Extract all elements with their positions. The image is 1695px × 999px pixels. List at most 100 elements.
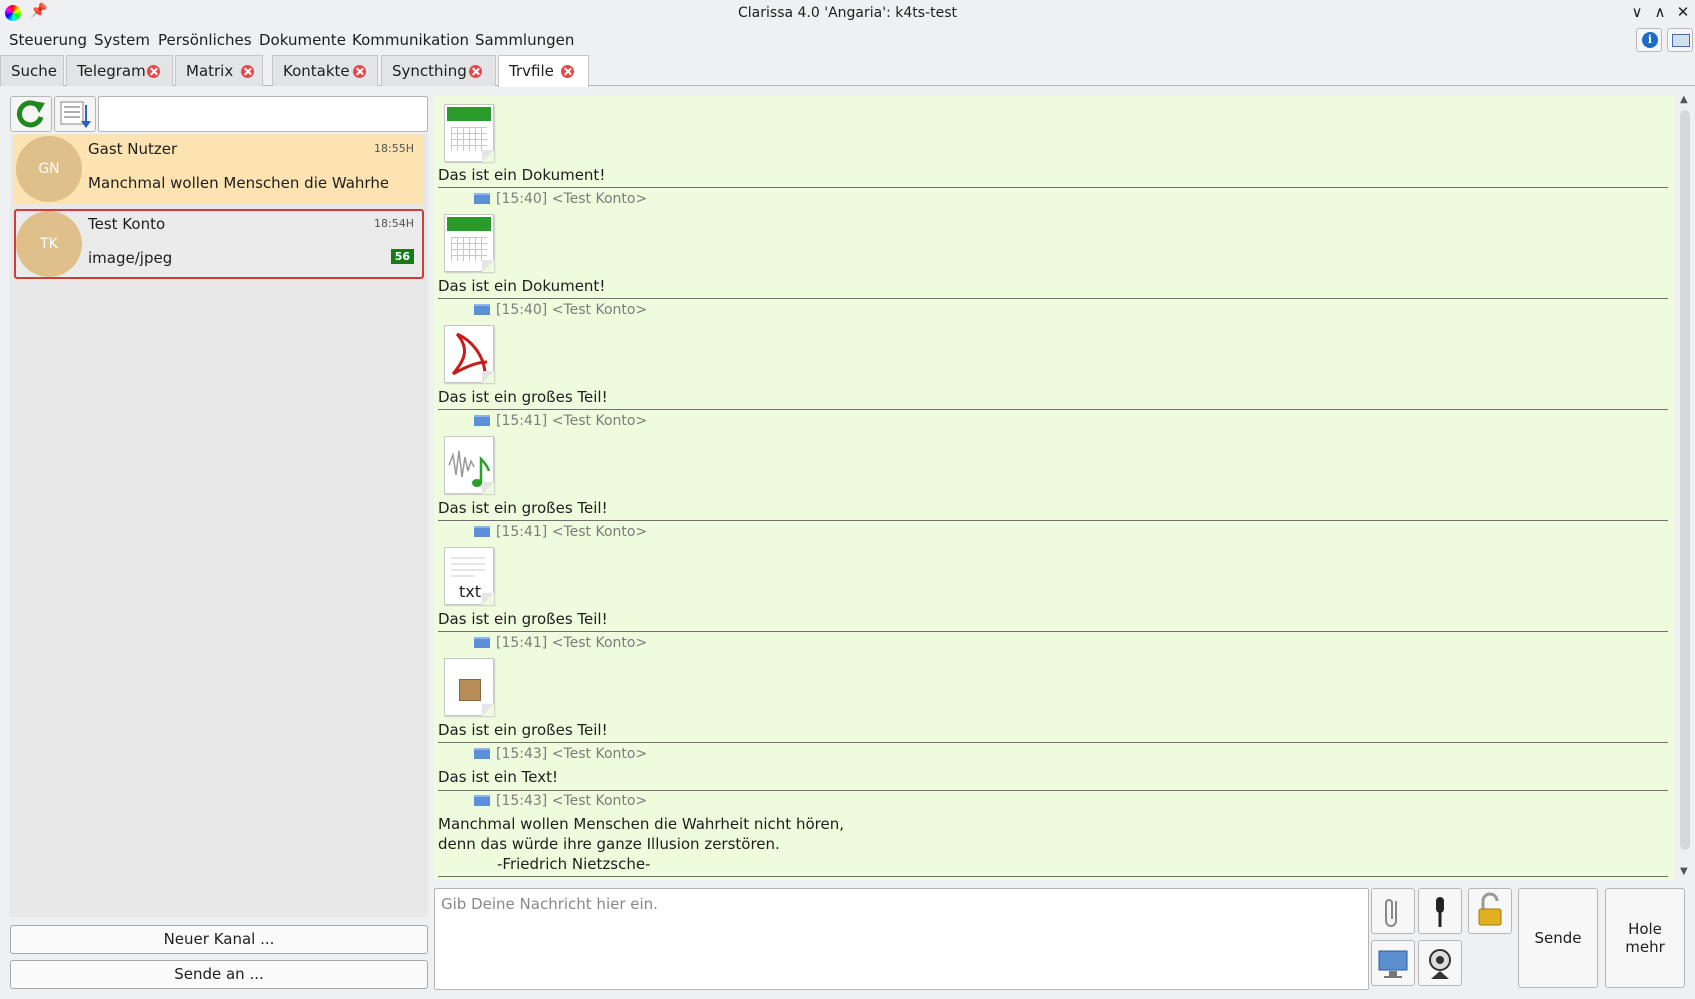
scroll-thumb[interactable] [1680, 110, 1690, 850]
pdf-file-icon[interactable] [444, 325, 494, 383]
message-text: denn das würde ihre ganze Illusion zerst… [438, 835, 780, 853]
scroll-up-icon[interactable]: ▲ [1680, 94, 1688, 105]
chat-time: 18:55H [374, 142, 414, 155]
message-header: [15:43] <Test Konto> [474, 793, 647, 809]
message-separator [438, 631, 1668, 632]
info-icon: i [1642, 32, 1658, 48]
close-window-button[interactable]: ✕ [1674, 3, 1692, 21]
message-text: Das ist ein großes Teil! [438, 388, 608, 406]
encryption-button[interactable] [1468, 888, 1512, 934]
message-separator [438, 409, 1668, 410]
package-file-icon[interactable] [444, 658, 494, 716]
tab-trvfile[interactable]: Trvfile [498, 55, 589, 87]
message-scrollbar[interactable]: ▲ ▼ [1678, 94, 1692, 880]
title-bar: 📌 Clarissa 4.0 'Angaria': k4ts-test ∨ ∧ … [0, 0, 1695, 26]
message-text: Manchmal wollen Menschen die Wahrheit ni… [438, 815, 844, 833]
maximize-button[interactable]: ∧ [1651, 3, 1669, 21]
scroll-down-icon[interactable]: ▼ [1680, 866, 1688, 877]
send-label: Sende [1534, 929, 1582, 947]
message-separator [438, 790, 1668, 791]
attach-button[interactable] [1371, 888, 1415, 934]
network-button[interactable] [1667, 28, 1693, 52]
load-more-label-2: mehr [1625, 938, 1665, 956]
filter-input[interactable] [98, 96, 428, 132]
chat-item-gast-nutzer[interactable]: GN Gast Nutzer 18:55H Manchmal wollen Me… [14, 134, 424, 204]
calendar-file-icon[interactable] [444, 214, 494, 272]
message-header: [15:41] <Test Konto> [474, 413, 647, 429]
tab-label: Kontakte [283, 62, 350, 80]
folder-icon [474, 304, 490, 315]
info-button[interactable]: i [1636, 28, 1662, 52]
webcam-icon [1429, 949, 1451, 979]
message-separator [438, 187, 1668, 188]
tab-suche[interactable]: Suche [0, 55, 64, 86]
chat-list-panel: GN Gast Nutzer 18:55H Manchmal wollen Me… [10, 96, 428, 989]
voice-button[interactable] [1418, 888, 1462, 934]
new-channel-button[interactable]: Neuer Kanal ... [10, 925, 428, 954]
folder-icon [474, 637, 490, 648]
tab-kontakte[interactable]: Kontakte [272, 55, 378, 86]
tab-label: Matrix [186, 62, 234, 80]
message-header: [15:41] <Test Konto> [474, 635, 647, 651]
audio-file-icon[interactable] [444, 436, 494, 494]
sort-button[interactable] [54, 96, 96, 132]
message-header: [15:40] <Test Konto> [474, 191, 647, 207]
menu-sammlungen[interactable]: Sammlungen [475, 31, 574, 49]
tab-label: Trvfile [509, 62, 554, 80]
paperclip-icon [1385, 899, 1397, 927]
message-separator [438, 876, 1668, 877]
menu-dokumente[interactable]: Dokumente [259, 31, 346, 49]
refresh-button[interactable] [10, 96, 52, 132]
tab-label: Suche [11, 62, 58, 80]
tab-bar: Suche Telegram Matrix Kontakte Syncthing… [0, 55, 1695, 87]
window-title: Clarissa 4.0 'Angaria': k4ts-test [738, 5, 957, 21]
tab-matrix[interactable]: Matrix [175, 55, 263, 86]
menu-steuerung[interactable]: Steuerung [9, 31, 87, 49]
message-header: [15:43] <Test Konto> [474, 746, 647, 762]
menu-system[interactable]: System [94, 31, 150, 49]
chat-item-test-konto[interactable]: TK Test Konto 18:54H image/jpeg 56 [14, 209, 424, 279]
screenshot-button[interactable] [1371, 940, 1415, 986]
close-tab-icon[interactable] [469, 65, 482, 78]
folder-icon [474, 193, 490, 204]
chat-list: GN Gast Nutzer 18:55H Manchmal wollen Me… [10, 134, 428, 917]
avatar: TK [16, 211, 82, 277]
folder-icon [474, 526, 490, 537]
send-button[interactable]: Sende [1518, 888, 1598, 988]
message-header: [15:40] <Test Konto> [474, 302, 647, 318]
tab-syncthing[interactable]: Syncthing [381, 55, 496, 86]
webcam-button[interactable] [1418, 940, 1462, 986]
message-input[interactable]: Gib Deine Nachricht hier ein. [434, 888, 1369, 990]
sort-list-icon [60, 101, 91, 128]
unread-badge: 56 [390, 249, 414, 264]
minimize-button[interactable]: ∨ [1628, 3, 1646, 21]
chat-preview: image/jpeg [88, 249, 173, 267]
menu-persoenliches[interactable]: Persönliches [158, 31, 252, 49]
send-to-button[interactable]: Sende an ... [10, 960, 428, 989]
close-tab-icon[interactable] [561, 65, 574, 78]
folder-icon [474, 795, 490, 806]
calendar-file-icon[interactable] [444, 104, 494, 162]
message-text: Das ist ein Dokument! [438, 277, 606, 295]
message-text: -Friedrich Nietzsche- [497, 855, 651, 873]
tab-label: Telegram [77, 62, 146, 80]
chat-name: Test Konto [88, 215, 166, 233]
folder-icon [474, 748, 490, 759]
close-tab-icon[interactable] [241, 65, 254, 78]
message-separator [438, 742, 1668, 743]
close-tab-icon[interactable] [147, 65, 160, 78]
message-view: Das ist ein Dokument! [15:40] <Test Kont… [434, 96, 1674, 880]
menu-kommunikation[interactable]: Kommunikation [352, 31, 469, 49]
close-tab-icon[interactable] [353, 65, 366, 78]
load-more-button[interactable]: Hole mehr [1605, 888, 1685, 988]
refresh-icon [16, 100, 45, 128]
chat-time: 18:54H [374, 217, 414, 230]
tab-telegram[interactable]: Telegram [66, 55, 173, 86]
message-separator [438, 298, 1668, 299]
txt-file-icon[interactable]: txt [444, 547, 494, 605]
message-text: Das ist ein großes Teil! [438, 499, 608, 517]
message-separator [438, 520, 1668, 521]
chat-preview: Manchmal wollen Menschen die Wahrheit ni… [88, 174, 388, 192]
tab-label: Syncthing [392, 62, 467, 80]
message-text: Das ist ein großes Teil! [438, 610, 608, 628]
